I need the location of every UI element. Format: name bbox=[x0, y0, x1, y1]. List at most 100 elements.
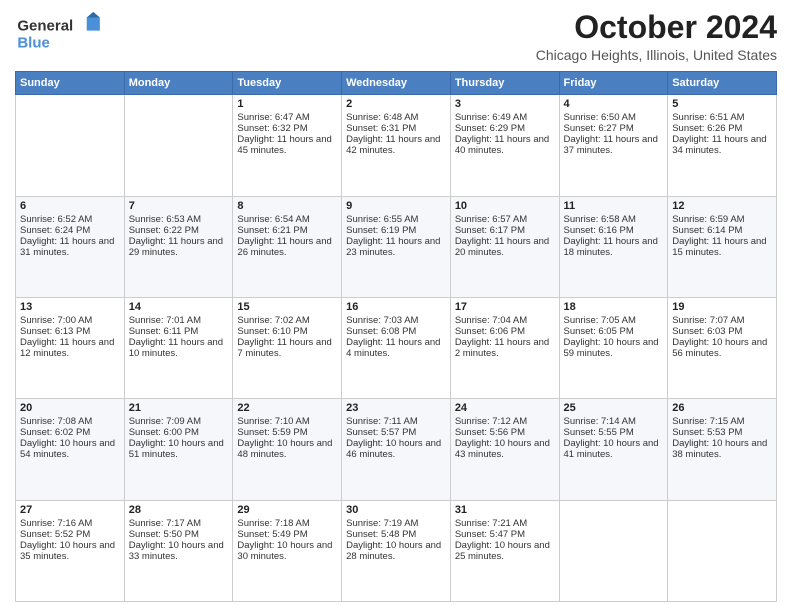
day-cell: 9 Sunrise: 6:55 AMSunset: 6:19 PMDaylight… bbox=[342, 196, 451, 297]
day-cell: 21Sunrise: 7:09 AMSunset: 6:00 PMDayligh… bbox=[124, 399, 233, 500]
sunrise-text: Sunrise: 7:09 AM bbox=[129, 416, 229, 427]
sunrise-text: Sunrise: 7:05 AM bbox=[564, 315, 664, 326]
sunset-text: Sunset: 6:24 PM bbox=[20, 225, 120, 236]
day-cell: 10Sunrise: 6:57 AMSunset: 6:17 PMDayligh… bbox=[450, 196, 559, 297]
sunrise-text: Sunrise: 7:08 AM bbox=[20, 416, 120, 427]
svg-text:General: General bbox=[17, 18, 73, 35]
day-cell: 7Sunrise: 6:53 AMSunset: 6:22 PMDaylight… bbox=[124, 196, 233, 297]
sunrise-text: Sunrise: 7:10 AM bbox=[237, 416, 337, 427]
sunset-text: Sunset: 5:50 PM bbox=[129, 529, 229, 540]
day-cell bbox=[668, 500, 777, 601]
day-number: 30 bbox=[346, 504, 446, 516]
daylight-text: Daylight: 10 hours and 25 minutes. bbox=[455, 540, 555, 562]
sunset-text: Sunset: 5:53 PM bbox=[672, 427, 772, 438]
day-cell: 28Sunrise: 7:17 AMSunset: 5:50 PMDayligh… bbox=[124, 500, 233, 601]
day-cell: 22Sunrise: 7:10 AMSunset: 5:59 PMDayligh… bbox=[233, 399, 342, 500]
day-number: 29 bbox=[237, 504, 337, 516]
sunrise-text: Sunrise: 7:00 AM bbox=[20, 315, 120, 326]
day-number: 11 bbox=[564, 200, 664, 212]
sunrise-text: Sunrise: 7:17 AM bbox=[129, 518, 229, 529]
col-header-tuesday: Tuesday bbox=[233, 72, 342, 95]
sunset-text: Sunset: 6:17 PM bbox=[455, 225, 555, 236]
day-number: 19 bbox=[672, 301, 772, 313]
day-number: 14 bbox=[129, 301, 229, 313]
daylight-text: Daylight: 10 hours and 30 minutes. bbox=[237, 540, 337, 562]
daylight-text: Daylight: 10 hours and 59 minutes. bbox=[564, 337, 664, 359]
daylight-text: Daylight: 11 hours and 15 minutes. bbox=[672, 236, 772, 258]
sunrise-text: Sunrise: 6:47 AM bbox=[237, 112, 337, 123]
day-number: 6 bbox=[20, 200, 120, 212]
header: General Blue October 2024 Chicago Height… bbox=[15, 10, 777, 63]
day-cell bbox=[16, 95, 125, 196]
daylight-text: Daylight: 10 hours and 48 minutes. bbox=[237, 438, 337, 460]
daylight-text: Daylight: 11 hours and 18 minutes. bbox=[564, 236, 664, 258]
day-number: 13 bbox=[20, 301, 120, 313]
day-number: 5 bbox=[672, 98, 772, 110]
day-number: 26 bbox=[672, 402, 772, 414]
daylight-text: Daylight: 10 hours and 38 minutes. bbox=[672, 438, 772, 460]
daylight-text: Daylight: 10 hours and 56 minutes. bbox=[672, 337, 772, 359]
sunset-text: Sunset: 6:29 PM bbox=[455, 123, 555, 134]
daylight-text: Daylight: 10 hours and 43 minutes. bbox=[455, 438, 555, 460]
day-number: 21 bbox=[129, 402, 229, 414]
day-cell: 11Sunrise: 6:58 AMSunset: 6:16 PMDayligh… bbox=[559, 196, 668, 297]
day-number: 3 bbox=[455, 98, 555, 110]
sunset-text: Sunset: 6:14 PM bbox=[672, 225, 772, 236]
day-cell bbox=[124, 95, 233, 196]
sunset-text: Sunset: 6:03 PM bbox=[672, 326, 772, 337]
day-cell: 13Sunrise: 7:00 AMSunset: 6:13 PMDayligh… bbox=[16, 297, 125, 398]
sunset-text: Sunset: 6:11 PM bbox=[129, 326, 229, 337]
day-number: 9 bbox=[346, 200, 446, 212]
day-number: 18 bbox=[564, 301, 664, 313]
day-number: 25 bbox=[564, 402, 664, 414]
daylight-text: Daylight: 11 hours and 37 minutes. bbox=[564, 134, 664, 156]
day-cell: 5Sunrise: 6:51 AMSunset: 6:26 PMDaylight… bbox=[668, 95, 777, 196]
day-cell: 3Sunrise: 6:49 AMSunset: 6:29 PMDaylight… bbox=[450, 95, 559, 196]
sunrise-text: Sunrise: 6:52 AM bbox=[20, 214, 120, 225]
daylight-text: Daylight: 11 hours and 23 minutes. bbox=[346, 236, 446, 258]
sunrise-text: Sunrise: 6:59 AM bbox=[672, 214, 772, 225]
day-number: 27 bbox=[20, 504, 120, 516]
daylight-text: Daylight: 10 hours and 33 minutes. bbox=[129, 540, 229, 562]
daylight-text: Daylight: 11 hours and 34 minutes. bbox=[672, 134, 772, 156]
day-cell: 8Sunrise: 6:54 AMSunset: 6:21 PMDaylight… bbox=[233, 196, 342, 297]
day-cell: 16Sunrise: 7:03 AMSunset: 6:08 PMDayligh… bbox=[342, 297, 451, 398]
day-cell: 19 Sunrise: 7:07 AMSunset: 6:03 PMDayligh… bbox=[668, 297, 777, 398]
daylight-text: Daylight: 10 hours and 54 minutes. bbox=[20, 438, 120, 460]
sunrise-text: Sunrise: 6:48 AM bbox=[346, 112, 446, 123]
sunrise-text: Sunrise: 7:03 AM bbox=[346, 315, 446, 326]
daylight-text: Daylight: 11 hours and 26 minutes. bbox=[237, 236, 337, 258]
sunset-text: Sunset: 6:08 PM bbox=[346, 326, 446, 337]
daylight-text: Daylight: 11 hours and 31 minutes. bbox=[20, 236, 120, 258]
sunrise-text: Sunrise: 7:15 AM bbox=[672, 416, 772, 427]
week-row-3: 13 Sunrise: 7:00 AMSunset: 6:13 PM Dayligh… bbox=[16, 297, 777, 398]
sunset-text: Sunset: 5:55 PM bbox=[564, 427, 664, 438]
logo: General Blue bbox=[15, 10, 105, 55]
sunrise-text: Sunrise: 7:11 AM bbox=[346, 416, 446, 427]
day-number: 12 bbox=[672, 200, 772, 212]
sunset-text: Sunset: 6:21 PM bbox=[237, 225, 337, 236]
daylight-text: Daylight: 11 hours and 45 minutes. bbox=[237, 134, 337, 156]
daylight-text: Daylight: 11 hours and 4 minutes. bbox=[346, 337, 446, 359]
day-cell: 20Sunrise: 7:08 AMSunset: 6:02 PMDayligh… bbox=[16, 399, 125, 500]
day-number: 10 bbox=[455, 200, 555, 212]
calendar-table: SundayMondayTuesdayWednesdayThursdayFrid… bbox=[15, 71, 777, 602]
sunrise-text: Sunrise: 7:07 AM bbox=[672, 315, 772, 326]
sunset-text: Sunset: 6:13 PM bbox=[20, 326, 120, 337]
sunrise-text: Sunrise: 6:55 AM bbox=[346, 214, 446, 225]
daylight-text: Daylight: 10 hours and 35 minutes. bbox=[20, 540, 120, 562]
sunset-text: Sunset: 6:19 PM bbox=[346, 225, 446, 236]
logo-svg: General Blue bbox=[15, 10, 105, 55]
sunset-text: Sunset: 5:52 PM bbox=[20, 529, 120, 540]
day-cell: 4Sunrise: 6:50 AMSunset: 6:27 PMDaylight… bbox=[559, 95, 668, 196]
daylight-text: Daylight: 11 hours and 7 minutes. bbox=[237, 337, 337, 359]
sunrise-text: Sunrise: 6:53 AM bbox=[129, 214, 229, 225]
day-cell: 2Sunrise: 6:48 AMSunset: 6:31 PMDaylight… bbox=[342, 95, 451, 196]
sunrise-text: Sunrise: 6:49 AM bbox=[455, 112, 555, 123]
day-cell: 12 Sunrise: 6:59 AMSunset: 6:14 PMDayligh… bbox=[668, 196, 777, 297]
day-number: 7 bbox=[129, 200, 229, 212]
day-number: 24 bbox=[455, 402, 555, 414]
sunrise-text: Sunrise: 6:57 AM bbox=[455, 214, 555, 225]
day-cell: 27Sunrise: 7:16 AMSunset: 5:52 PMDayligh… bbox=[16, 500, 125, 601]
sunset-text: Sunset: 6:32 PM bbox=[237, 123, 337, 134]
